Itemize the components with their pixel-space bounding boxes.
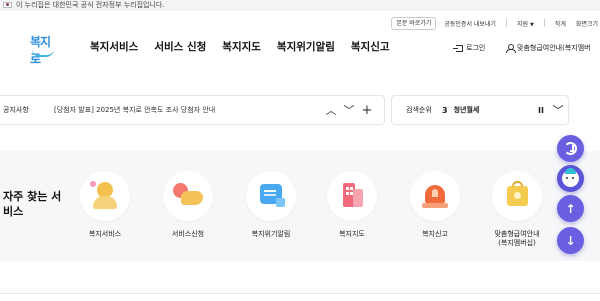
favorite-service-label: 복지위기알림 [251, 230, 291, 238]
notice-label: 공지사항 [3, 106, 29, 114]
nav-welfare-services[interactable]: 복지서비스 [90, 39, 138, 54]
government-banner-text: 이 누리집은 대한민국 공식 전자정부 누리집입니다. [16, 1, 165, 9]
person-icon [80, 171, 130, 221]
login-button[interactable]: 로그인 [453, 43, 486, 53]
pause-icon[interactable]: II [534, 106, 548, 115]
login-label: 로그인 [466, 44, 486, 52]
favorite-service-item[interactable]: 복지신고 [400, 171, 470, 239]
support-menu[interactable]: 지원 ▼ [517, 19, 534, 28]
notice-headline-link[interactable]: [당첨자 발표] 2025년 복지로 안촉도 조사 당첨자 안내 [54, 105, 322, 115]
membership-icon [492, 171, 542, 221]
chatbot-icon [562, 168, 579, 187]
arrow-up-icon: ↑ [565, 201, 576, 216]
favorite-services-title: 자주 찾는 서비스 [3, 190, 62, 218]
site-header: 본문 바로가기 공동인증서 내보내기 지원 ▼ 작게 화면크기 복지로 복지서비스… [0, 11, 600, 71]
notice-bar: 공지사항 [당첨자 발표] 2025년 복지로 안촉도 조사 당첨자 안내 ︿ … [0, 95, 385, 125]
favorite-service-item[interactable]: 복지서비스 [70, 171, 140, 239]
favorite-service-label: 복지신고 [422, 230, 448, 238]
map-icon [327, 171, 377, 221]
nav-service-application[interactable]: 서비스 신청 [154, 39, 206, 54]
utility-divider [543, 19, 545, 27]
login-icon [453, 44, 463, 52]
main-navigation: 복지서비스 서비스 신청 복지지도 복지위기알림 복지신고 [90, 39, 406, 54]
scroll-top-button[interactable]: ↑ [557, 195, 584, 222]
notice-row: 공지사항 [당첨자 발표] 2025년 복지로 안촉도 조사 당첨자 안내 ︿ … [0, 95, 600, 125]
section-divider [0, 293, 600, 294]
favorite-service-label: 복지지도 [339, 230, 365, 238]
custom-benefit-label: 맞춤형급여안내(복지멤버 [517, 44, 591, 52]
user-icon [506, 44, 516, 53]
search-ranking-bar: 검색순위 3 청년월세 II ﹀ [391, 95, 569, 125]
nav-welfare-map[interactable]: 복지지도 [222, 39, 261, 54]
search-ranking-label: 검색순위 [406, 106, 432, 114]
favorite-service-label-line2: (복지멤버십) [498, 239, 536, 247]
scroll-bottom-button[interactable]: ↓ [557, 227, 584, 254]
skip-to-content-button[interactable]: 본문 바로가기 [391, 16, 437, 30]
chevron-down-icon[interactable]: ﹀ [548, 102, 568, 118]
favorite-service-item[interactable]: 복지지도 [317, 171, 387, 239]
history-icon [564, 142, 577, 155]
search-rank-term-link[interactable]: 청년월세 [454, 105, 534, 115]
utility-menu: 본문 바로가기 공동인증서 내보내기 지원 ▼ 작게 화면크기 [391, 16, 600, 30]
favorite-service-label: 복지서비스 [88, 230, 122, 238]
favorite-services-section: 자주 찾는 서비스 복지서비스 서비스신청 복지위기알림 복지지도 복지신고 맞… [0, 151, 600, 261]
arrow-down-icon: ↓ [565, 233, 576, 248]
history-button[interactable] [557, 135, 584, 162]
utility-divider [505, 19, 507, 27]
chevron-down-icon[interactable]: ﹀ [340, 102, 358, 118]
favorite-service-item[interactable]: 복지위기알림 [236, 171, 306, 239]
favorite-service-label-line1: 맞춤형급여안내 [494, 230, 540, 238]
favorite-service-label: 서비스신청 [171, 230, 205, 238]
custom-benefit-button[interactable]: 맞춤형급여안내(복지멤버 [506, 43, 591, 53]
chatbot-button[interactable] [557, 165, 584, 192]
nav-crisis-alert[interactable]: 복지위기알림 [277, 39, 335, 54]
screen-size-button[interactable]: 화면크기 [576, 19, 598, 28]
favorite-service-item[interactable]: 맞춤형급여안내 (복지멤버십) [482, 171, 552, 248]
search-rank-number: 3 [442, 105, 448, 115]
document-icon [246, 171, 296, 221]
chevron-down-icon: ▼ [530, 21, 534, 28]
favorite-service-item[interactable]: 서비스신청 [153, 171, 223, 239]
government-banner: 이 누리집은 대한민국 공식 전자정부 누리집입니다. [0, 0, 600, 11]
siren-icon [410, 171, 460, 221]
chevron-up-icon[interactable]: ︿ [322, 102, 340, 118]
site-logo[interactable]: 복지로 [30, 33, 58, 66]
export-certificate-link[interactable]: 공동인증서 내보내기 [444, 19, 496, 28]
hand-icon [163, 171, 213, 221]
korea-flag-icon [3, 2, 12, 8]
plus-icon[interactable]: + [358, 103, 376, 118]
support-label: 지원 [516, 20, 528, 28]
nav-welfare-report[interactable]: 복지신고 [351, 39, 390, 54]
favorite-service-label: 맞춤형급여안내 (복지멤버십) [482, 230, 552, 248]
font-small-button[interactable]: 작게 [555, 19, 566, 28]
